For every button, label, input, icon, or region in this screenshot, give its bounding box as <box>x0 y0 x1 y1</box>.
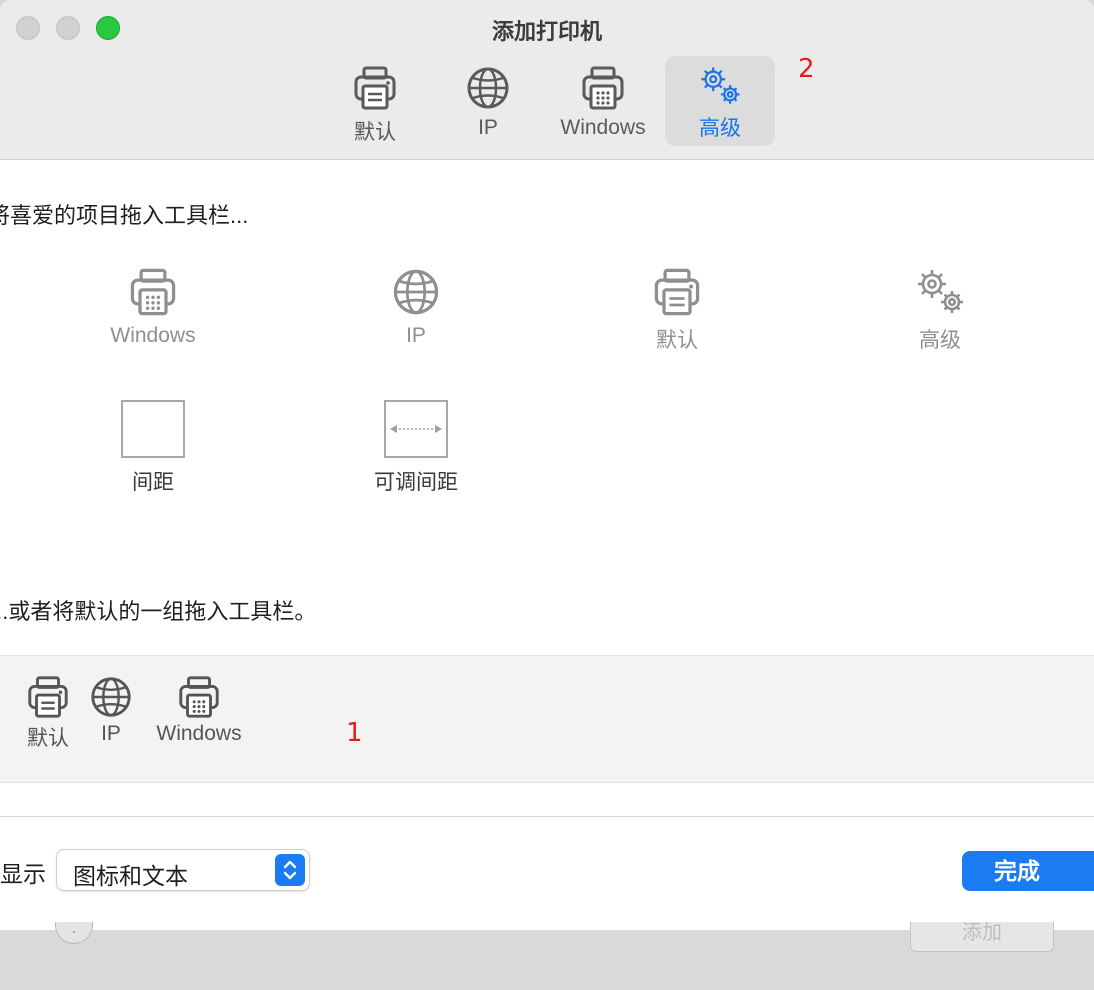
palette-item-label: 默认 <box>656 329 698 352</box>
palette-item-label: IP <box>406 324 426 347</box>
background-window-strip: · 添加 <box>0 922 1094 990</box>
palette-item-label: 间距 <box>132 471 174 494</box>
done-button[interactable]: 完成 <box>962 851 1094 891</box>
gears-icon <box>694 64 746 108</box>
printer-icon <box>25 674 71 720</box>
palette-item-ip[interactable]: IP <box>336 266 496 348</box>
gears-icon <box>914 266 966 318</box>
globe-icon <box>88 674 134 720</box>
annotation-marker: 2 <box>798 54 815 84</box>
palette-item-space[interactable]: 间距 <box>73 400 233 496</box>
window-title: 添加打印机 <box>491 19 602 44</box>
palette-item-advanced[interactable]: 高级 <box>860 266 1020 354</box>
customize-toolbar-sheet: 将喜爱的项目拖入工具栏... Windows IP 默认 高级 间距 可调间距 … <box>0 160 1094 930</box>
fax-printer-icon <box>579 64 627 112</box>
flexible-space-box <box>384 400 448 458</box>
toolbar-item-label: 默认 <box>354 121 396 144</box>
default-set-item: IP <box>88 674 134 746</box>
show-mode-select[interactable]: 图标和文本 <box>56 849 310 891</box>
space-box <box>121 400 185 458</box>
palette-item-flexible-space[interactable]: 可调间距 <box>336 400 496 496</box>
toolbar-item-advanced[interactable]: 高级 <box>665 56 775 146</box>
updown-chevron-icon <box>275 854 305 886</box>
palette-item-label: Windows <box>110 324 196 347</box>
palette-item-label: 可调间距 <box>374 471 458 494</box>
printer-icon <box>351 64 399 112</box>
palette-item-windows[interactable]: Windows <box>73 266 233 348</box>
default-set-item-label: IP <box>101 722 121 745</box>
palette-heading: 将喜爱的项目拖入工具栏... <box>0 203 249 228</box>
palette-item-default[interactable]: 默认 <box>597 266 757 354</box>
annotation-marker: 1 <box>346 718 363 748</box>
double-arrow-icon <box>390 425 442 433</box>
default-set-item: 默认 <box>22 674 74 752</box>
show-label: 显示 <box>0 861 46 887</box>
palette-item-label: 高级 <box>919 329 961 352</box>
show-mode-value: 图标和文本 <box>73 863 188 889</box>
default-set-heading: ...或者将默认的一组拖入工具栏。 <box>0 599 317 624</box>
sheet-footer: 显示 图标和文本 完成 <box>0 816 1094 930</box>
default-toolbar-set[interactable]: 默认 IP Windows 1 <box>0 655 1094 783</box>
default-set-item-label: Windows <box>156 722 242 745</box>
printer-icon <box>651 266 703 318</box>
globe-icon <box>390 266 442 318</box>
fax-printer-icon <box>127 266 179 318</box>
default-set-item-label: 默认 <box>27 727 69 750</box>
toolbar-item-ip[interactable]: IP <box>448 56 528 146</box>
background-remove-button: · <box>55 922 93 944</box>
toolbar-item-label: Windows <box>560 116 646 139</box>
default-set-item: Windows <box>150 674 248 746</box>
toolbar-item-windows[interactable]: Windows <box>548 56 658 146</box>
background-add-button: 添加 <box>910 922 1054 952</box>
toolbar-item-label: 高级 <box>699 117 741 140</box>
toolbar-item-default[interactable]: 默认 <box>335 56 415 146</box>
add-printer-window: 添加打印机 默认 IP Windows 高级 2 将喜爱的项目拖入工具栏... … <box>0 0 1094 990</box>
fax-printer-icon <box>176 674 222 720</box>
titlebar: 添加打印机 默认 IP Windows 高级 2 <box>0 0 1094 160</box>
globe-icon <box>464 64 512 112</box>
toolbar-item-label: IP <box>478 116 498 139</box>
